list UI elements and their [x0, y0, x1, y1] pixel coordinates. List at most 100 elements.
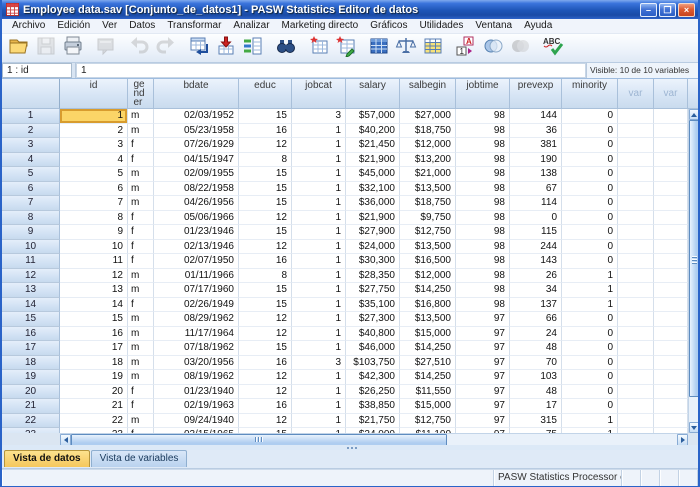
cell-21-id[interactable]: 21: [60, 399, 128, 414]
cell-2-jobtime[interactable]: 98: [456, 124, 510, 139]
cell-1-educ[interactable]: 15: [239, 109, 292, 124]
cell-14-educ[interactable]: 15: [239, 298, 292, 313]
weight-cases-button[interactable]: [393, 35, 419, 61]
grid-corner-cell[interactable]: [2, 79, 60, 109]
cell-19-educ[interactable]: 12: [239, 370, 292, 385]
use-variable-sets-button[interactable]: [480, 35, 506, 61]
cell-8-educ[interactable]: 12: [239, 211, 292, 226]
cell-6-prevexp[interactable]: 67: [510, 182, 562, 197]
cell-14-salbegin[interactable]: $16,800: [400, 298, 456, 313]
cell-1-prevexp[interactable]: 144: [510, 109, 562, 124]
cell-8-jobcat[interactable]: 1: [292, 211, 346, 226]
cell-16-salary[interactable]: $40,800: [346, 327, 400, 342]
go-to-variable-button[interactable]: [213, 35, 239, 61]
cell-15-minority[interactable]: 0: [562, 312, 618, 327]
row-header-12[interactable]: 12: [2, 269, 60, 284]
cell-5-educ[interactable]: 15: [239, 167, 292, 182]
cell-2-id[interactable]: 2: [60, 124, 128, 139]
cell-14-var[interactable]: [654, 298, 688, 313]
scroll-right-arrow-icon[interactable]: [677, 434, 688, 445]
tab-vista-de-variables[interactable]: Vista de variables: [91, 450, 188, 467]
cell-5-jobcat[interactable]: 1: [292, 167, 346, 182]
cell-18-prevexp[interactable]: 70: [510, 356, 562, 371]
cell-22-bdate[interactable]: 09/24/1940: [154, 414, 239, 429]
cell-22-jobtime[interactable]: 97: [456, 414, 510, 429]
cell-3-var[interactable]: [618, 138, 654, 153]
cell-19-prevexp[interactable]: 103: [510, 370, 562, 385]
cell-12-id[interactable]: 12: [60, 269, 128, 284]
cell-20-educ[interactable]: 12: [239, 385, 292, 400]
cell-11-minority[interactable]: 0: [562, 254, 618, 269]
cell-2-salbegin[interactable]: $18,750: [400, 124, 456, 139]
row-header-6[interactable]: 6: [2, 182, 60, 197]
row-header-9[interactable]: 9: [2, 225, 60, 240]
cell-16-jobcat[interactable]: 1: [292, 327, 346, 342]
cell-12-salbegin[interactable]: $12,000: [400, 269, 456, 284]
cell-4-minority[interactable]: 0: [562, 153, 618, 168]
split-file-button[interactable]: [366, 35, 392, 61]
cell-4-salbegin[interactable]: $13,200: [400, 153, 456, 168]
cell-19-var[interactable]: [654, 370, 688, 385]
cell-11-salary[interactable]: $30,300: [346, 254, 400, 269]
find-button[interactable]: [273, 35, 299, 61]
cell-6-id[interactable]: 6: [60, 182, 128, 197]
cell-1-salary[interactable]: $57,000: [346, 109, 400, 124]
cell-22-jobcat[interactable]: 1: [292, 414, 346, 429]
cell-10-jobtime[interactable]: 98: [456, 240, 510, 255]
row-header-13[interactable]: 13: [2, 283, 60, 298]
cell-18-id[interactable]: 18: [60, 356, 128, 371]
cell-12-bdate[interactable]: 01/11/1966: [154, 269, 239, 284]
cell-4-var[interactable]: [654, 153, 688, 168]
cell-17-salbegin[interactable]: $14,250: [400, 341, 456, 356]
cell-16-gender[interactable]: m: [128, 327, 154, 342]
cell-1-bdate[interactable]: 02/03/1952: [154, 109, 239, 124]
cell-10-educ[interactable]: 12: [239, 240, 292, 255]
row-header-5[interactable]: 5: [2, 167, 60, 182]
cell-4-salary[interactable]: $21,900: [346, 153, 400, 168]
cell-22-var[interactable]: [654, 414, 688, 429]
cell-17-id[interactable]: 17: [60, 341, 128, 356]
cell-20-salary[interactable]: $26,250: [346, 385, 400, 400]
cell-14-minority[interactable]: 1: [562, 298, 618, 313]
cell-13-salbegin[interactable]: $14,250: [400, 283, 456, 298]
cell-13-gender[interactable]: m: [128, 283, 154, 298]
cell-12-gender[interactable]: m: [128, 269, 154, 284]
cell-10-jobcat[interactable]: 1: [292, 240, 346, 255]
cell-12-var[interactable]: [654, 269, 688, 284]
cell-9-jobcat[interactable]: 1: [292, 225, 346, 240]
cell-8-prevexp[interactable]: 0: [510, 211, 562, 226]
cell-7-jobtime[interactable]: 98: [456, 196, 510, 211]
cell-18-bdate[interactable]: 03/20/1956: [154, 356, 239, 371]
column-header-prevexp[interactable]: prevexp: [510, 79, 562, 109]
cell-10-bdate[interactable]: 02/13/1946: [154, 240, 239, 255]
cell-20-prevexp[interactable]: 48: [510, 385, 562, 400]
cell-14-jobcat[interactable]: 1: [292, 298, 346, 313]
cell-18-salary[interactable]: $103,750: [346, 356, 400, 371]
cell-12-minority[interactable]: 1: [562, 269, 618, 284]
cell-20-jobcat[interactable]: 1: [292, 385, 346, 400]
cell-1-salbegin[interactable]: $27,000: [400, 109, 456, 124]
cell-19-salary[interactable]: $42,300: [346, 370, 400, 385]
cell-5-jobtime[interactable]: 98: [456, 167, 510, 182]
cell-5-salary[interactable]: $45,000: [346, 167, 400, 182]
cell-5-id[interactable]: 5: [60, 167, 128, 182]
cell-5-var[interactable]: [618, 167, 654, 182]
cell-9-salary[interactable]: $27,900: [346, 225, 400, 240]
cell-1-jobtime[interactable]: 98: [456, 109, 510, 124]
cell-7-bdate[interactable]: 04/26/1956: [154, 196, 239, 211]
scroll-down-arrow-icon[interactable]: [689, 422, 698, 433]
column-header-salbegin[interactable]: salbegin: [400, 79, 456, 109]
cell-16-bdate[interactable]: 11/17/1964: [154, 327, 239, 342]
cell-11-jobcat[interactable]: 1: [292, 254, 346, 269]
horizontal-scrollbar[interactable]: [60, 433, 688, 445]
cell-10-id[interactable]: 10: [60, 240, 128, 255]
cell-4-var[interactable]: [618, 153, 654, 168]
cell-4-gender[interactable]: f: [128, 153, 154, 168]
pane-splitter[interactable]: [2, 445, 698, 450]
cell-7-id[interactable]: 7: [60, 196, 128, 211]
cell-21-jobtime[interactable]: 97: [456, 399, 510, 414]
cell-5-var[interactable]: [654, 167, 688, 182]
cell-11-var[interactable]: [618, 254, 654, 269]
cell-14-var[interactable]: [618, 298, 654, 313]
cell-7-gender[interactable]: m: [128, 196, 154, 211]
